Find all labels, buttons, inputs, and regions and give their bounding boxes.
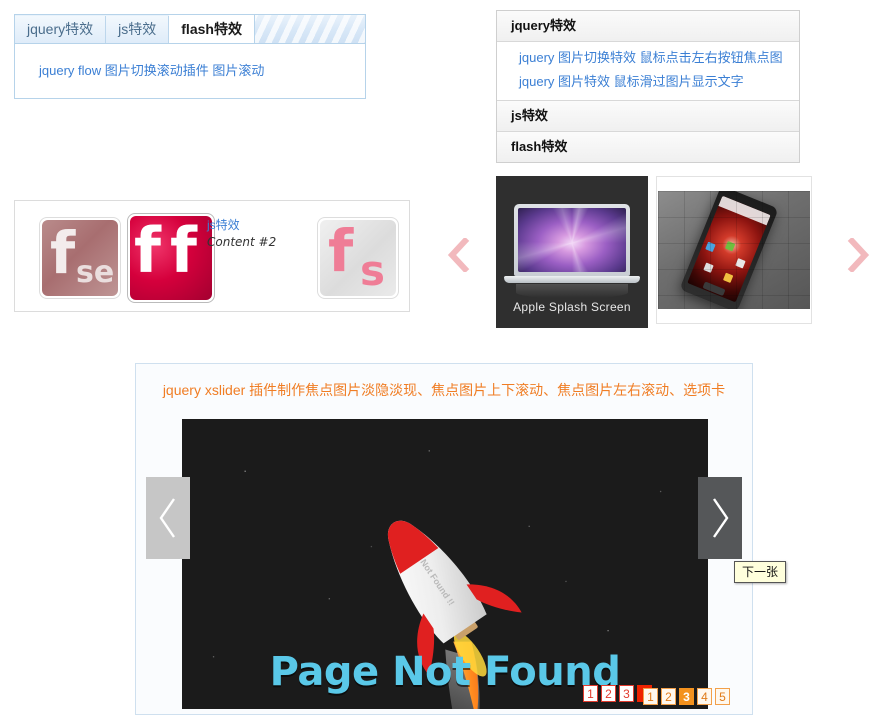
laptop-caption: Apple Splash Screen <box>513 300 631 314</box>
flow-thumb-1-glyph: f <box>50 220 76 287</box>
pager-red-2[interactable]: 2 <box>601 685 616 702</box>
accordion-body-jquery: jquery 图片切换特效 鼠标点击左右按钮焦点图 jquery 图片特效 鼠标… <box>497 42 799 101</box>
xslider-prev-arrow[interactable] <box>146 477 190 559</box>
pager-red-3[interactable]: 3 <box>619 685 634 702</box>
flow-caption-sub: Content #2 <box>207 235 277 249</box>
flow-thumb-2[interactable]: f f <box>127 213 215 303</box>
flow-thumb-1-glyph2: se <box>76 255 115 290</box>
tab-flash[interactable]: flash特效 <box>169 15 255 43</box>
pager-orange-1[interactable]: 1 <box>643 688 658 705</box>
laptop-lid <box>514 204 630 276</box>
phone-screen <box>687 195 771 303</box>
flow-caption-title: js特效 <box>207 218 240 232</box>
android-phone-slide[interactable] <box>656 176 812 324</box>
phone-app-icon <box>703 262 714 273</box>
chevron-right-icon <box>847 238 870 272</box>
accordion-link-1[interactable]: jquery 图片切换特效 鼠标点击左右按钮焦点图 <box>497 46 799 70</box>
pager-orange-2[interactable]: 2 <box>661 688 676 705</box>
tab-jquery[interactable]: jquery特效 <box>15 16 107 43</box>
chevron-right-icon <box>713 498 729 538</box>
accordion-header-flash[interactable]: flash特效 <box>497 132 799 162</box>
flow-carousel: f se f f js特效 Content #2 f s <box>14 200 410 312</box>
flow-next-arrow[interactable] <box>846 238 870 272</box>
accordion-link-2[interactable]: jquery 图片特效 鼠标滑过图片显示文字 <box>497 70 799 94</box>
laptop-reflection <box>516 284 628 298</box>
accordion-header-jquery[interactable]: jquery特效 <box>497 11 799 42</box>
pager-orange-4[interactable]: 4 <box>697 688 712 705</box>
phone-app-icon <box>722 272 734 283</box>
phone-app-icon <box>724 241 736 252</box>
xslider-widget: jquery xslider 插件制作焦点图片淡隐淡现、焦点图片上下滚动、焦点图… <box>135 363 753 715</box>
xslider-next-arrow[interactable] <box>698 477 742 559</box>
phone-statusbar <box>718 195 771 226</box>
pager-orange-3[interactable]: 3 <box>679 688 694 705</box>
flow-caption: js特效 Content #2 <box>207 217 317 251</box>
phone-stage <box>658 191 810 309</box>
tab-strip: jquery特效 js特效 flash特效 <box>14 14 366 43</box>
phone-graphic <box>679 191 779 309</box>
flow-thumb-3-glyph: f <box>328 220 354 285</box>
xslider-title: jquery xslider 插件制作焦点图片淡隐淡现、焦点图片上下滚动、焦点图… <box>162 382 726 398</box>
flow-thumb-1[interactable]: f se <box>39 217 121 299</box>
accordion-widget: jquery特效 jquery 图片切换特效 鼠标点击左右按钮焦点图 jquer… <box>496 10 800 163</box>
flow-thumb-3[interactable]: f s <box>317 217 399 299</box>
phone-dock <box>702 281 726 297</box>
flow-thumb-2-glyph: f <box>134 216 161 287</box>
chevron-left-icon <box>447 238 470 272</box>
laptop-screen <box>518 208 626 272</box>
laptop-base <box>504 276 640 283</box>
tab-panel: jquery flow 图片切换滚动插件 图片滚动 <box>14 43 366 99</box>
chevron-left-icon <box>159 498 175 538</box>
tab-js[interactable]: js特效 <box>106 16 170 43</box>
next-slide-tooltip: 下一张 <box>734 561 787 583</box>
flow-prev-arrow[interactable] <box>447 238 471 272</box>
xslider-pager-red: 1 2 3 4 <box>583 685 652 702</box>
pager-red-1[interactable]: 1 <box>583 685 598 702</box>
pager-orange-5[interactable]: 5 <box>715 688 730 705</box>
tab-widget: jquery特效 js特效 flash特效 jquery flow 图片切换滚动… <box>14 14 366 99</box>
phone-app-icon <box>705 241 716 253</box>
apple-splash-screen-slide[interactable]: Apple Splash Screen <box>496 176 648 328</box>
tab-panel-link[interactable]: jquery flow 图片切换滚动插件 图片滚动 <box>39 63 264 78</box>
accordion-header-js[interactable]: js特效 <box>497 101 799 132</box>
xslider-pager-orange: 1 2 3 4 5 <box>643 688 730 705</box>
xslider-stage[interactable]: Not Found !! Page Not Found <box>182 419 708 709</box>
phone-app-icon <box>735 258 746 269</box>
flow-thumb-3-glyph2: s <box>360 246 385 295</box>
flow-thumb-2-glyph2: f <box>170 216 197 287</box>
